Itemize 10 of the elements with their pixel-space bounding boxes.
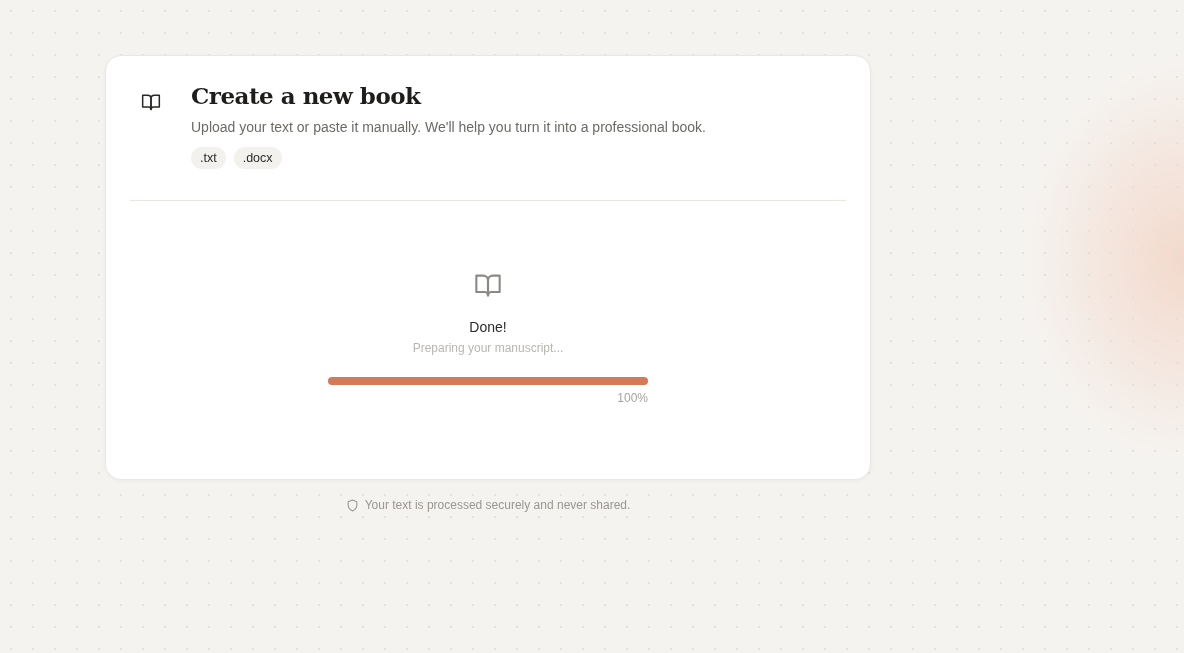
- status-text: Done!: [469, 319, 507, 335]
- format-tag: .txt: [191, 147, 226, 169]
- page-title: Create a new book: [191, 82, 423, 109]
- status-message: Preparing your manuscript...: [412, 341, 564, 355]
- format-tag: .docx: [233, 147, 282, 169]
- book-icon: [141, 92, 161, 112]
- subtitle: Upload your text or paste it manually. We'll help you turn it into a professional book.: [191, 119, 706, 135]
- security-note: Your text is processed securely and never shared.: [364, 498, 631, 512]
- shield-icon: [345, 498, 359, 512]
- progress-percent: 100%: [616, 391, 648, 405]
